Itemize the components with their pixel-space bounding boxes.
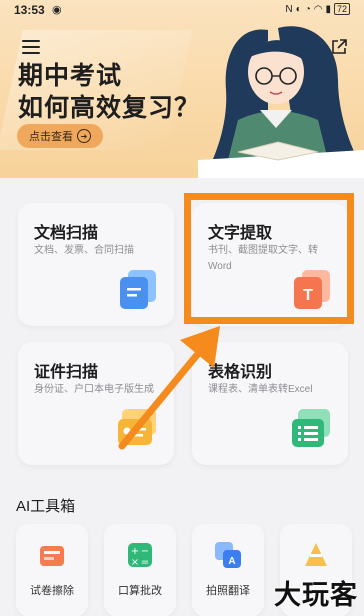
card-text-extraction[interactable]: 文字提取 书刊、截图提取文字、转Word T: [192, 203, 348, 326]
translate-icon: A: [215, 542, 241, 568]
view-details-button[interactable]: 点击查看 ➔: [17, 124, 103, 148]
calculator-icon: + − × =: [128, 543, 152, 568]
arrow-right-icon: ➔: [77, 129, 91, 143]
card-document-scan[interactable]: 文档扫描 文档、发票、合同扫描: [18, 203, 174, 326]
id-card-icon: [118, 409, 156, 445]
svg-text:A: A: [228, 556, 235, 567]
eraser-icon: [40, 546, 64, 566]
student-illustration: [198, 26, 364, 178]
svg-text:+: +: [131, 546, 139, 557]
section-title-ai-toolbox: AI工具箱: [16, 498, 76, 515]
headline-line-2: 如何高效复习？: [18, 94, 201, 122]
card-subtitle: 课程表、清单表转Excel: [208, 384, 313, 395]
tool-label: 拍照翻译: [206, 585, 250, 597]
tool-arithmetic-grading[interactable]: + − × = 口算批改: [104, 524, 176, 616]
watermark: 大玩客: [274, 580, 358, 610]
eye-icon: ◉: [52, 4, 62, 16]
card-subtitle: 文档、发票、合同扫描: [34, 245, 134, 256]
card-title: 文字提取: [208, 225, 273, 242]
card-id-scan[interactable]: 证件扫描 身份证、户口本电子版生成: [18, 342, 174, 465]
document-icon: [120, 270, 156, 309]
table-icon: [292, 409, 330, 447]
card-table-recognition[interactable]: 表格识别 课程表、清单表转Excel: [192, 342, 348, 465]
banner-headline: 期中考试 如何高效复习？: [18, 60, 200, 124]
card-title: 文档扫描: [34, 225, 99, 242]
cta-label: 点击查看: [29, 131, 73, 143]
text-extract-icon: T: [294, 270, 330, 309]
svg-text:=: =: [141, 557, 149, 568]
cone-icon: [305, 543, 327, 566]
svg-text:×: ×: [131, 557, 139, 568]
headline-line-1: 期中考试: [18, 62, 123, 90]
tool-label: 试卷擦除: [30, 585, 74, 597]
svg-text:−: −: [141, 546, 149, 557]
status-time: 13:53: [14, 3, 45, 17]
card-title: 证件扫描: [34, 364, 99, 381]
tool-exam-erase[interactable]: 试卷擦除: [16, 524, 88, 616]
card-title: 表格识别: [208, 364, 273, 381]
tool-label: 口算批改: [118, 585, 162, 597]
card-subtitle: 身份证、户口本电子版生成: [34, 384, 154, 395]
svg-text:T: T: [303, 287, 313, 304]
menu-icon[interactable]: [22, 40, 40, 54]
tool-photo-translate[interactable]: A 拍照翻译: [192, 524, 264, 616]
promo-banner[interactable]: 13:53 ◉ N◐◔◠▮ 72 期中考试 如何高效复习？ 点击查看 ➔: [0, 0, 364, 178]
